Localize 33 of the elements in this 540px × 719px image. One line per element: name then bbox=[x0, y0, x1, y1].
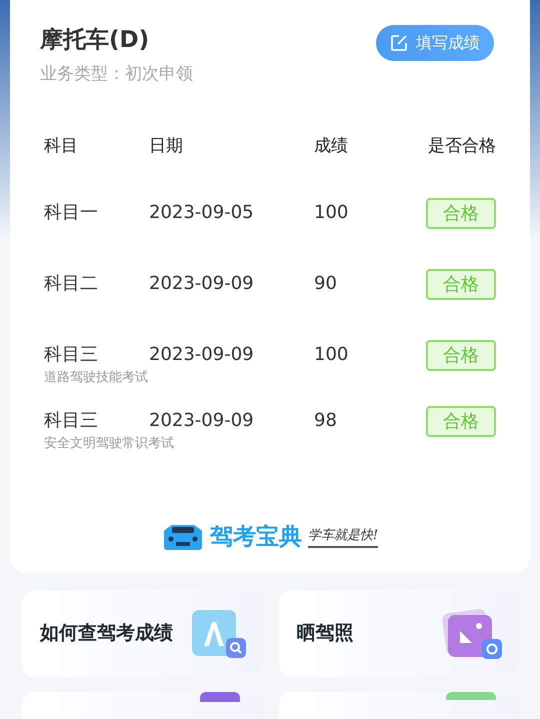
date-cell-text: 2023-09-09 bbox=[149, 409, 255, 433]
score-cell-text: 98 bbox=[314, 409, 338, 433]
photo-camera-icon bbox=[442, 606, 504, 660]
column-header: 成绩 bbox=[314, 134, 349, 158]
logo-name: 驾考宝典 bbox=[210, 526, 302, 548]
column-header: 科目 bbox=[44, 134, 79, 158]
column-header: 是否合格 bbox=[428, 134, 496, 158]
pass-tag: 合格 bbox=[426, 198, 496, 228]
score-cell-text: 90 bbox=[314, 272, 338, 296]
license-title: 摩托车(D) bbox=[40, 26, 150, 55]
logo-slogan: 学车就是快! bbox=[308, 526, 378, 548]
tile-label: 如何查驾考成绩 bbox=[40, 621, 173, 646]
date-cell-text: 2023-09-09 bbox=[149, 272, 255, 296]
date-cell-text: 2023-09-05 bbox=[149, 201, 255, 225]
subject-note: 道路驾驶技能考试 bbox=[44, 369, 148, 387]
subject-note: 安全文明驾驶常识考试 bbox=[44, 435, 174, 453]
feature-tile[interactable]: 晒驾照 bbox=[278, 590, 518, 677]
date-cell-text: 2023-09-09 bbox=[149, 343, 255, 367]
pass-tag: 合格 bbox=[426, 268, 496, 300]
score-cell-text: 100 bbox=[314, 343, 350, 367]
subject-cell-text: 科目三 bbox=[44, 409, 99, 433]
subject-cell-text: 科目三 bbox=[44, 343, 99, 367]
search-document-icon bbox=[190, 608, 248, 660]
pass-tag: 合格 bbox=[426, 406, 496, 436]
business-type: 业务类型：初次申领 bbox=[40, 63, 193, 86]
tile-label: 晒驾照 bbox=[296, 621, 354, 646]
subject-cell-text: 科目一 bbox=[44, 201, 99, 225]
edit-icon bbox=[390, 34, 408, 52]
score-cell-text: 100 bbox=[314, 201, 350, 225]
pass-tag: 合格 bbox=[426, 340, 496, 370]
subject-cell-text: 科目二 bbox=[44, 272, 99, 296]
column-header: 日期 bbox=[149, 134, 184, 158]
car-logo-icon bbox=[162, 523, 204, 551]
